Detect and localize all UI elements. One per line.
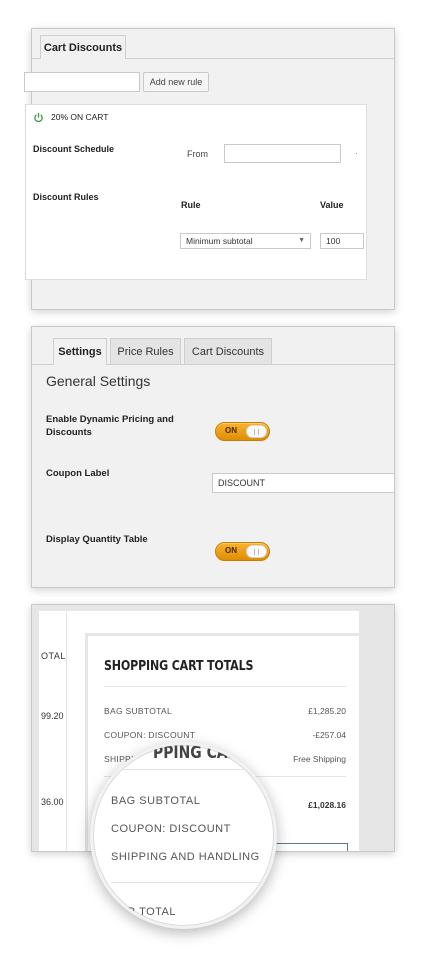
cart-table-column: OTAL 99.20 36.00 xyxy=(39,611,67,851)
magnified-coupon-discount: COUPON: DISCOUNT xyxy=(111,823,231,835)
divider xyxy=(111,882,274,883)
tab-cart-discounts[interactable]: Cart Discounts xyxy=(40,35,126,59)
magnified-bag-subtotal: BAG SUBTOTAL xyxy=(111,795,201,807)
quantity-table-label: Display Quantity Table xyxy=(46,534,148,545)
checkout-button[interactable] xyxy=(274,843,348,851)
general-settings-panel: Settings Price Rules Cart Discounts Gene… xyxy=(31,326,395,588)
from-label: From xyxy=(187,149,208,159)
to-label-fragment: · xyxy=(355,148,358,158)
line-total-value: 36.00 xyxy=(41,797,64,807)
rule-value-input[interactable]: 100 xyxy=(320,233,364,249)
coupon-label-label: Coupon Label xyxy=(46,468,110,479)
quantity-table-toggle[interactable]: ON xyxy=(215,542,270,561)
coupon-discount-label: COUPON: DISCOUNT xyxy=(104,730,196,740)
rule-select-value: Minimum subtotal xyxy=(186,236,253,246)
toggle-state-label: ON xyxy=(225,546,237,555)
power-icon[interactable] xyxy=(33,112,44,123)
magnifier-lens: PPING CAR BAG SUBTOTAL COUPON: DISCOUNT … xyxy=(90,742,277,929)
tab-price-rules[interactable]: Price Rules xyxy=(110,338,181,364)
enable-pricing-label: Enable Dynamic Pricing and Discounts xyxy=(46,414,174,438)
magnified-order-total: DER TOTAL xyxy=(111,906,177,918)
discount-rules-label: Discount Rules xyxy=(33,192,99,202)
bag-subtotal-value: £1,285.20 xyxy=(308,706,346,716)
toggle-knob xyxy=(246,425,267,438)
add-new-rule-button[interactable]: Add new rule xyxy=(143,72,209,92)
order-total-value: £1,028.16 xyxy=(308,800,346,810)
rule-type-select[interactable]: Minimum subtotal ▼ xyxy=(180,233,311,249)
section-heading: General Settings xyxy=(46,373,151,389)
magnified-shipping: SHIPPING AND HANDLING xyxy=(111,851,260,863)
from-date-input[interactable] xyxy=(224,144,341,163)
divider xyxy=(104,686,346,687)
coupon-discount-value: -£257.04 xyxy=(312,730,346,740)
value-column-header: Value xyxy=(320,200,344,210)
chevron-down-icon: ▼ xyxy=(298,237,305,244)
bag-subtotal-label: BAG SUBTOTAL xyxy=(104,706,172,716)
cart-totals-title: SHOPPING CART TOTALS xyxy=(104,658,254,674)
magnified-title: PPING CAR xyxy=(153,743,239,763)
toggle-knob xyxy=(246,545,267,558)
tab-cart-discounts[interactable]: Cart Discounts xyxy=(184,338,272,364)
rule-column-header: Rule xyxy=(181,200,201,210)
enable-pricing-toggle[interactable]: ON xyxy=(215,422,270,441)
rule-name-input[interactable] xyxy=(24,72,140,92)
coupon-label-input[interactable]: DISCOUNT xyxy=(212,473,394,493)
divider xyxy=(111,769,274,770)
toggle-state-label: ON xyxy=(225,426,237,435)
tab-settings[interactable]: Settings xyxy=(53,338,107,365)
line-total-value: 99.20 xyxy=(41,711,64,721)
column-header-total: OTAL xyxy=(41,651,66,661)
shipping-value: Free Shipping xyxy=(293,754,346,764)
discount-schedule-label: Discount Schedule xyxy=(33,144,115,154)
rule-title: 20% ON CART xyxy=(51,112,109,122)
